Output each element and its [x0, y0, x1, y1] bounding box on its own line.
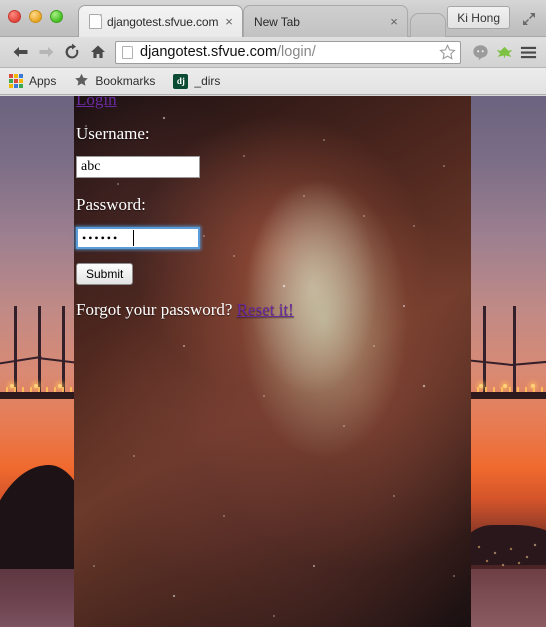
tab-strip: djangotest.sfvue.com × New Tab × Ki Hong [0, 0, 546, 37]
zoom-window-button[interactable] [50, 10, 63, 23]
tab-title: djangotest.sfvue.com [107, 14, 219, 29]
window-controls [8, 10, 63, 23]
hangouts-icon[interactable] [469, 41, 491, 63]
close-window-button[interactable] [8, 10, 21, 23]
page-icon [89, 14, 102, 29]
forward-arrow-icon [33, 39, 59, 65]
reset-password-link[interactable]: Reset it! [237, 300, 294, 319]
bookmark-bookmarks[interactable]: Bookmarks [74, 73, 155, 90]
forgot-password-text: Forgot your password? [76, 300, 233, 319]
url-path: /login/ [277, 44, 316, 60]
username-input[interactable] [76, 156, 200, 178]
bookmark-label: _dirs [194, 74, 221, 88]
apps-grid-icon [9, 74, 23, 88]
submit-button[interactable]: Submit [76, 263, 134, 285]
fullscreen-arrows-icon[interactable] [521, 11, 537, 27]
bookmark-apps[interactable]: Apps [9, 74, 56, 88]
tab-djangotest[interactable]: djangotest.sfvue.com × [78, 5, 243, 37]
extension-icon[interactable] [493, 41, 515, 63]
new-tab-button[interactable] [410, 13, 446, 37]
address-bar[interactable]: djangotest.sfvue.com/login/ [115, 40, 461, 64]
close-icon[interactable]: × [222, 15, 236, 29]
bookmark-dirs[interactable]: dj _dirs [173, 73, 221, 89]
url-text: djangotest.sfvue.com/login/ [140, 44, 439, 60]
login-form: Login Username: Password: Submit Forgot … [0, 96, 546, 627]
django-favicon-icon: dj [173, 73, 189, 89]
close-icon[interactable]: × [387, 15, 401, 29]
bookmark-label: Bookmarks [95, 74, 156, 88]
profile-name: Ki Hong [457, 11, 500, 25]
bookmarks-bar: Apps Bookmarks dj _dirs [0, 68, 546, 95]
hamburger-menu-icon[interactable] [517, 41, 539, 63]
text-caret [133, 230, 134, 246]
bookmark-star-icon[interactable] [439, 43, 456, 61]
profile-button[interactable]: Ki Hong [447, 6, 510, 29]
tab-title: New Tab [254, 14, 300, 29]
page-icon [122, 45, 133, 59]
browser-toolbar: djangotest.sfvue.com/login/ [0, 37, 546, 68]
minimize-window-button[interactable] [29, 10, 42, 23]
password-label: Password: [76, 195, 146, 214]
username-label: Username: [76, 124, 150, 143]
reload-icon[interactable] [59, 39, 85, 65]
login-link[interactable]: Login [76, 96, 117, 110]
back-arrow-icon[interactable] [7, 39, 33, 65]
bookmark-label: Apps [29, 74, 57, 88]
password-input[interactable] [76, 227, 200, 249]
forgot-password-line: Forgot your password? Reset it! [76, 300, 294, 320]
home-icon[interactable] [85, 39, 111, 65]
page-viewport: Login Username: Password: Submit Forgot … [0, 96, 546, 627]
browser-window: djangotest.sfvue.com × New Tab × Ki Hong [0, 0, 546, 627]
tab-new-tab[interactable]: New Tab × [243, 5, 408, 37]
star-icon [74, 73, 89, 90]
url-host: djangotest.sfvue.com [140, 44, 278, 60]
